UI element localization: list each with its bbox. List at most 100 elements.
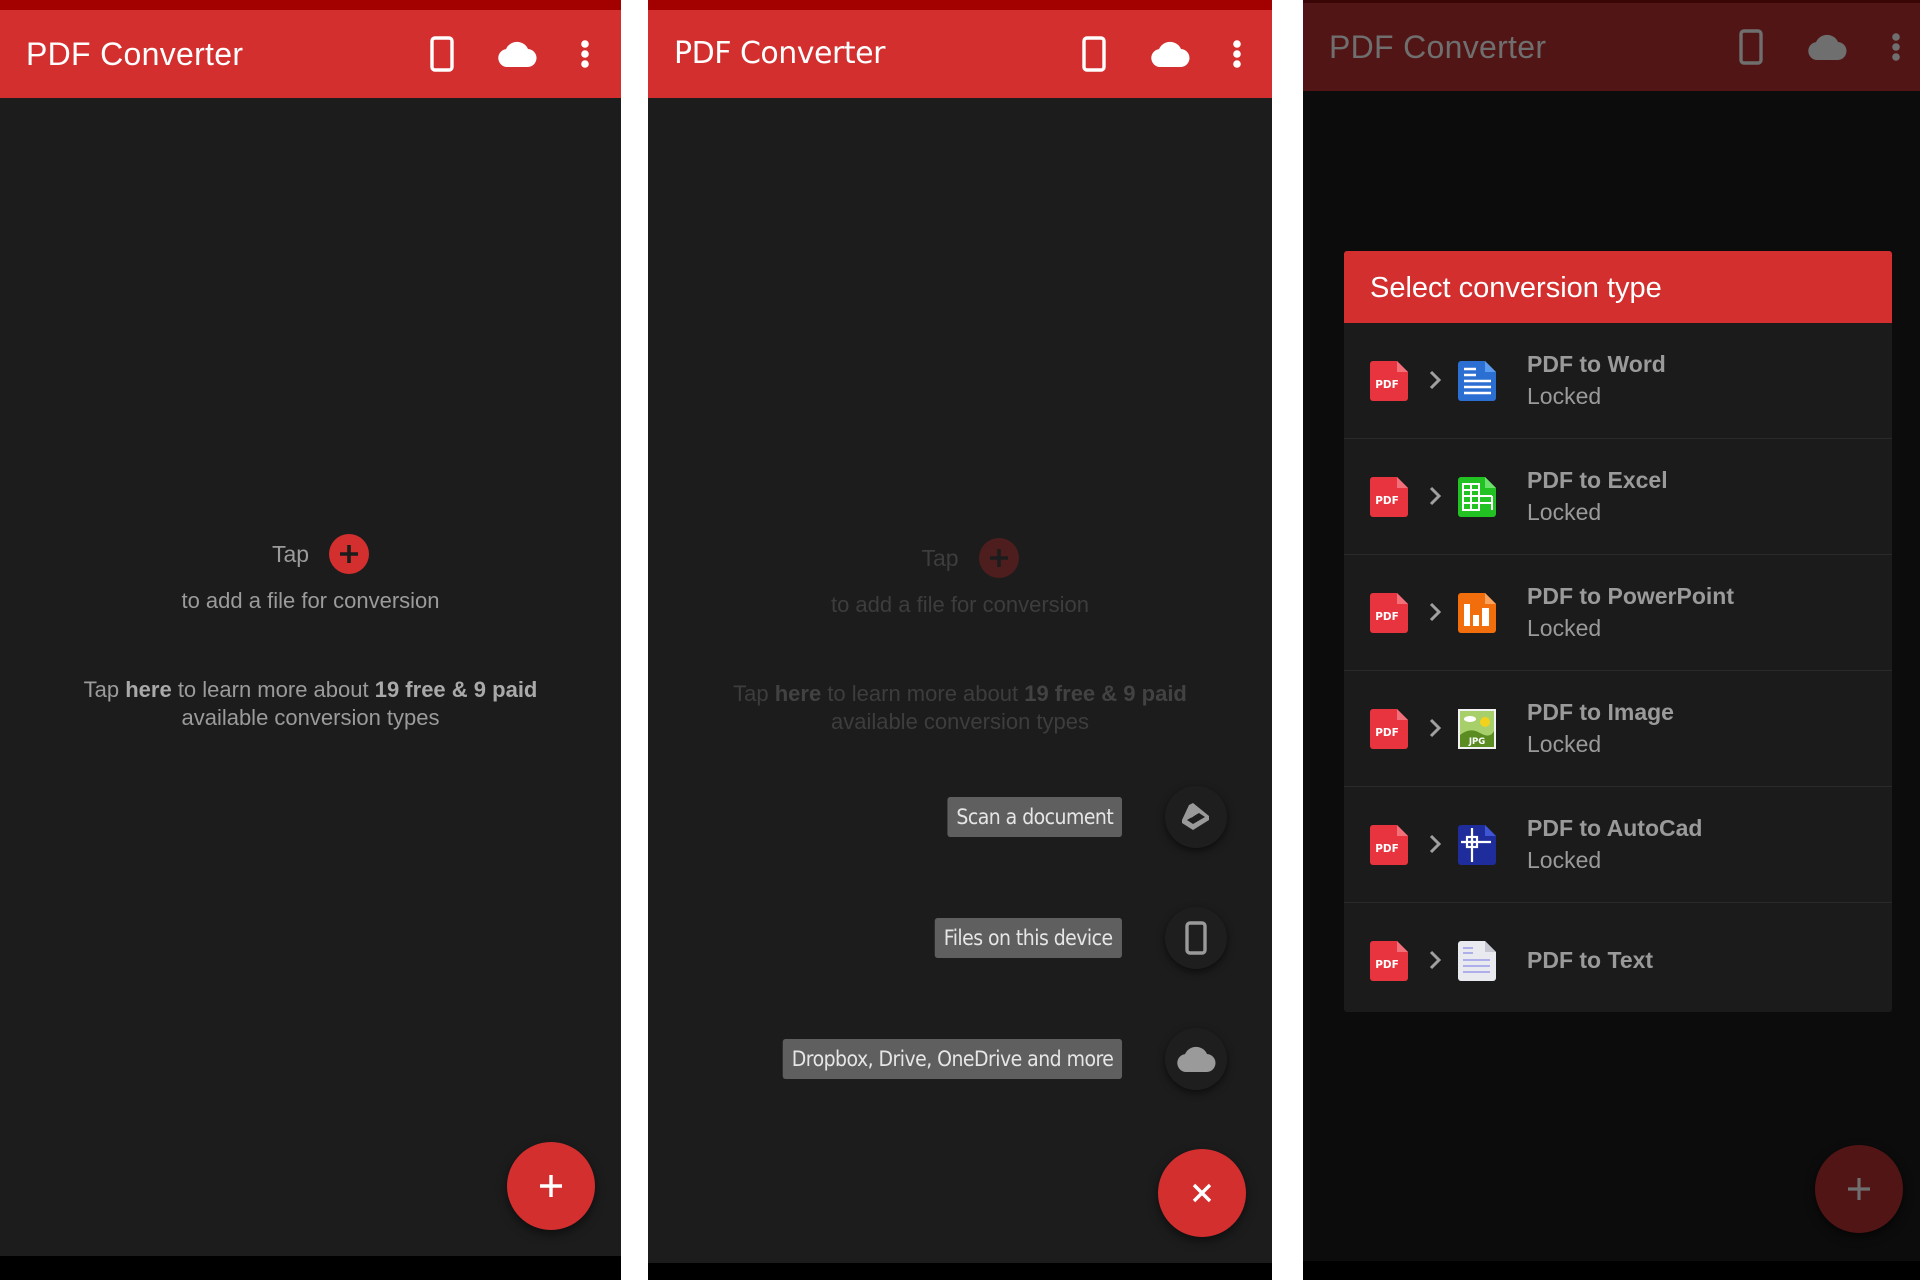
conversion-option-excel[interactable]: PDF PDF to Excel Locked: [1344, 439, 1892, 555]
screen-add-menu: PDF Converter Tap to add a file for conv…: [648, 0, 1272, 1280]
cloud-icon: [1177, 1046, 1216, 1073]
plus-icon: [340, 545, 359, 563]
option-title: PDF to Excel: [1527, 467, 1668, 493]
app-title: PDF Converter: [26, 36, 244, 72]
cloud-icon: [498, 41, 537, 68]
app-bar: PDF Converter: [648, 10, 1272, 98]
device-files-button[interactable]: [422, 34, 462, 74]
cloud-files-button[interactable]: [1150, 34, 1190, 74]
phone-icon: [430, 36, 454, 72]
add-file-fab[interactable]: [507, 1142, 595, 1230]
option-status: Locked: [1527, 615, 1602, 641]
conversion-option-powerpoint[interactable]: PDF PDF to PowerPoint Locked: [1344, 555, 1892, 671]
tap-label: Tap: [271, 540, 310, 567]
cloud-icon: [1151, 41, 1190, 68]
option-status: Locked: [1527, 383, 1602, 409]
text-file-icon: [1458, 941, 1496, 981]
scan-button[interactable]: [1165, 786, 1227, 848]
cloud-files-button[interactable]: [497, 34, 537, 74]
word-doc-icon: [1458, 361, 1496, 401]
svg-text:PDF: PDF: [1375, 495, 1399, 507]
conversion-option-autocad[interactable]: PDF PDF to AutoCad Locked: [1344, 787, 1892, 903]
option-title: PDF to PowerPoint: [1527, 583, 1734, 609]
scan-label[interactable]: Scan a document: [947, 797, 1122, 837]
screen-home: PDF Converter Tap to add a file for conv…: [0, 0, 621, 1280]
svg-text:JPG: JPG: [1468, 737, 1485, 747]
chevron-right-icon: [1429, 834, 1442, 854]
conversion-option-word[interactable]: PDF PDF to Word Locked: [1344, 323, 1892, 439]
conversion-option-text[interactable]: PDF PDF to Text: [1344, 903, 1892, 1012]
tap-hint: Tap: [0, 534, 621, 574]
pdf-file-icon: PDF: [1370, 941, 1408, 981]
conversion-type-dialog: Select conversion type PDF PDF to Word Lo…: [1344, 251, 1892, 1012]
pdf-file-icon: PDF: [1370, 709, 1408, 749]
add-file-hint: to add a file for conversion: [830, 592, 1090, 617]
chevron-right-icon: [1429, 950, 1442, 970]
more-options-button[interactable]: [565, 34, 605, 74]
learn-text-2: to learn more about: [821, 681, 1025, 706]
chevron-right-icon: [1429, 718, 1442, 738]
dialog-title: Select conversion type: [1344, 251, 1892, 323]
cloud-label[interactable]: Dropbox, Drive, OneDrive and more: [782, 1039, 1122, 1079]
learn-more-link[interactable]: here: [125, 677, 171, 702]
status-bar: [648, 0, 1272, 10]
add-file-fab[interactable]: [1815, 1145, 1903, 1233]
status-bar: [0, 0, 621, 10]
more-options-button[interactable]: [1876, 27, 1916, 67]
more-options-button[interactable]: [1217, 34, 1257, 74]
option-status: Locked: [1527, 499, 1602, 525]
jpg-image-icon: JPG: [1458, 709, 1496, 749]
amp: &: [445, 677, 474, 702]
system-nav-bar: [0, 1256, 621, 1280]
learn-text-1: Tap: [83, 677, 126, 702]
excel-sheet-icon: [1458, 477, 1496, 517]
option-title: PDF to AutoCad: [1527, 815, 1703, 841]
cloud-sd-button[interactable]: [1165, 1028, 1227, 1090]
cloud-icon: [1808, 34, 1847, 61]
speed-dial-scan[interactable]: Scan a document: [648, 786, 1272, 848]
svg-text:PDF: PDF: [1375, 379, 1399, 391]
option-title: PDF to Text: [1527, 947, 1654, 973]
free-count: 19 free: [1024, 681, 1096, 706]
speed-dial-cloud[interactable]: Dropbox, Drive, OneDrive and more: [648, 1028, 1272, 1090]
app-title: PDF Converter: [1329, 29, 1547, 65]
learn-text-3: available conversion types: [181, 705, 440, 730]
cloud-files-button[interactable]: [1807, 27, 1847, 67]
close-menu-fab[interactable]: [1158, 1149, 1246, 1237]
speed-dial-device[interactable]: Files on this device: [648, 907, 1272, 969]
device-files-label[interactable]: Files on this device: [935, 918, 1122, 958]
svg-text:PDF: PDF: [1375, 843, 1399, 855]
plus-icon: [1848, 1178, 1870, 1200]
learn-more-link[interactable]: here: [775, 681, 821, 706]
chevron-right-icon: [1429, 370, 1442, 390]
phone-icon: [1185, 921, 1207, 955]
tap-label: Tap: [921, 544, 959, 571]
chevron-right-icon: [1429, 486, 1442, 506]
more-vert-icon: [1892, 33, 1900, 61]
app-title: PDF Converter: [674, 36, 885, 71]
learn-text-1: Tap: [733, 681, 775, 706]
pdf-file-icon: PDF: [1370, 477, 1408, 517]
more-vert-icon: [581, 40, 589, 68]
conversion-option-image[interactable]: PDF JPG PDF to Image Locked: [1344, 671, 1892, 787]
inline-add-button[interactable]: [329, 534, 370, 574]
pdf-file-icon: PDF: [1370, 825, 1408, 865]
learn-text-3: available conversion types: [830, 709, 1090, 734]
device-files-button[interactable]: [1731, 27, 1771, 67]
learn-more-text: Tap here to learn more about 19 free & 9…: [40, 676, 581, 732]
svg-text:PDF: PDF: [1375, 611, 1399, 623]
close-icon: [1192, 1183, 1212, 1203]
phone-icon: [1082, 36, 1106, 72]
chevron-right-icon: [1429, 602, 1442, 622]
tap-hint: Tap: [648, 538, 1272, 578]
device-files-sd-button[interactable]: [1165, 907, 1227, 969]
device-files-button[interactable]: [1074, 34, 1114, 74]
scanner-icon: [1182, 803, 1209, 830]
app-bar: PDF Converter: [1303, 3, 1920, 91]
svg-text:PDF: PDF: [1375, 727, 1399, 739]
phone-icon: [1739, 29, 1763, 65]
app-bar: PDF Converter: [0, 10, 621, 98]
learn-text-2: to learn more about: [171, 677, 375, 702]
screen-conversion-dialog: PDF Converter Select conversion type PDF…: [1303, 0, 1920, 1280]
inline-add-button[interactable]: [978, 538, 1019, 578]
